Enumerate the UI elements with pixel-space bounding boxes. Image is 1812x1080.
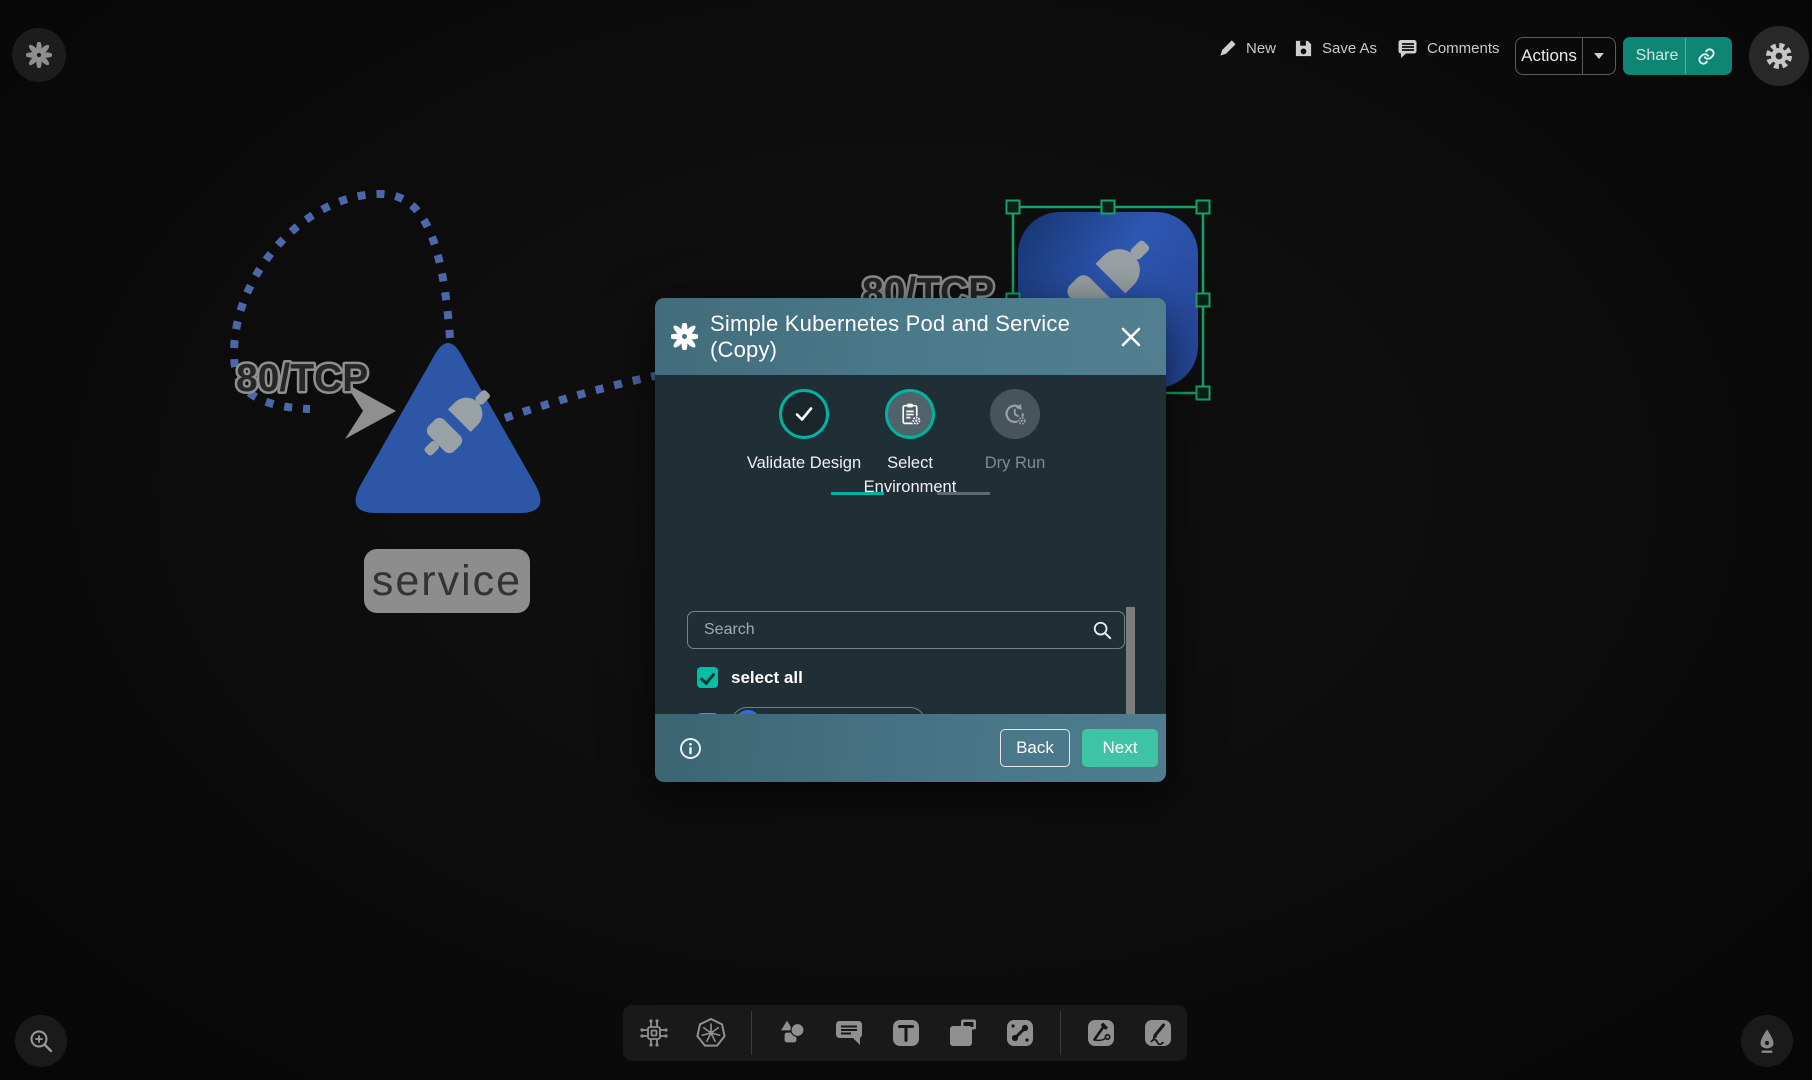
search-field[interactable]	[687, 611, 1125, 649]
modal-footer: Back Next	[655, 714, 1166, 782]
meshery-logo-icon	[671, 323, 698, 350]
text-tool-icon[interactable]	[889, 1016, 923, 1050]
edge-link-tool-icon[interactable]	[1003, 1016, 1037, 1050]
pen-mode-button[interactable]	[1741, 1015, 1793, 1067]
gear-icon	[1764, 41, 1794, 71]
edge-port-label-left: 80/TCP	[236, 357, 368, 400]
save-icon	[1294, 39, 1313, 58]
kanvas-app: service 80/TCP 80/TCP New	[0, 0, 1812, 1080]
comments-button[interactable]: Comments	[1397, 0, 1500, 96]
search-input[interactable]	[702, 620, 1092, 640]
search-icon[interactable]	[1092, 620, 1112, 640]
select-all-row: select all	[697, 667, 803, 688]
image-tool-icon[interactable]	[946, 1016, 980, 1050]
dock-divider	[751, 1011, 752, 1055]
comment-icon	[1397, 38, 1418, 59]
comment-tool-icon[interactable]	[832, 1016, 866, 1050]
kubernetes-tool-icon[interactable]	[694, 1016, 728, 1050]
modal-header: Simple Kubernetes Pod and Service (Copy)	[655, 298, 1166, 375]
close-icon[interactable]	[1120, 326, 1142, 348]
actions-button[interactable]: Actions	[1515, 37, 1616, 75]
info-button[interactable]	[679, 737, 702, 765]
select-all-checkbox[interactable]	[697, 667, 718, 688]
top-toolbar: New Save As Comments Actions	[0, 0, 1812, 96]
shapes-tool-icon[interactable]	[775, 1016, 809, 1050]
share-button[interactable]: Share	[1623, 37, 1732, 75]
info-icon	[679, 737, 702, 760]
modal-body: Validate Design Select Enviro	[655, 375, 1166, 714]
back-button[interactable]: Back	[1000, 729, 1070, 767]
pen-nib-icon	[1753, 1027, 1781, 1055]
step-dry-run[interactable]: Dry Run	[950, 389, 1080, 475]
link-icon	[1697, 47, 1716, 66]
clipboard-gear-icon	[898, 402, 923, 427]
component-tool-icon[interactable]	[637, 1016, 671, 1050]
pencil-icon	[1218, 39, 1237, 58]
check-icon	[792, 402, 816, 426]
service-node-label: service	[372, 557, 522, 605]
new-button[interactable]: New	[1218, 0, 1276, 96]
next-button[interactable]: Next	[1082, 729, 1158, 767]
save-as-button[interactable]: Save As	[1294, 0, 1377, 96]
copy-link-button[interactable]	[1685, 38, 1726, 74]
zoom-in-icon	[27, 1027, 55, 1055]
actions-dropdown-toggle[interactable]	[1582, 38, 1615, 74]
tools-dock	[623, 1005, 1187, 1061]
pen-tool-icon[interactable]	[1084, 1016, 1118, 1050]
dock-divider	[1060, 1011, 1061, 1055]
pencil-tool-icon[interactable]	[1141, 1016, 1175, 1050]
chevron-down-icon	[1593, 52, 1605, 60]
settings-button[interactable]	[1749, 26, 1809, 86]
dry-run-icon	[1002, 401, 1028, 427]
deploy-modal: Simple Kubernetes Pod and Service (Copy)…	[655, 298, 1166, 782]
select-all-label: select all	[731, 668, 803, 688]
modal-title: Simple Kubernetes Pod and Service (Copy)	[710, 311, 1120, 363]
zoom-in-button[interactable]	[15, 1015, 67, 1067]
